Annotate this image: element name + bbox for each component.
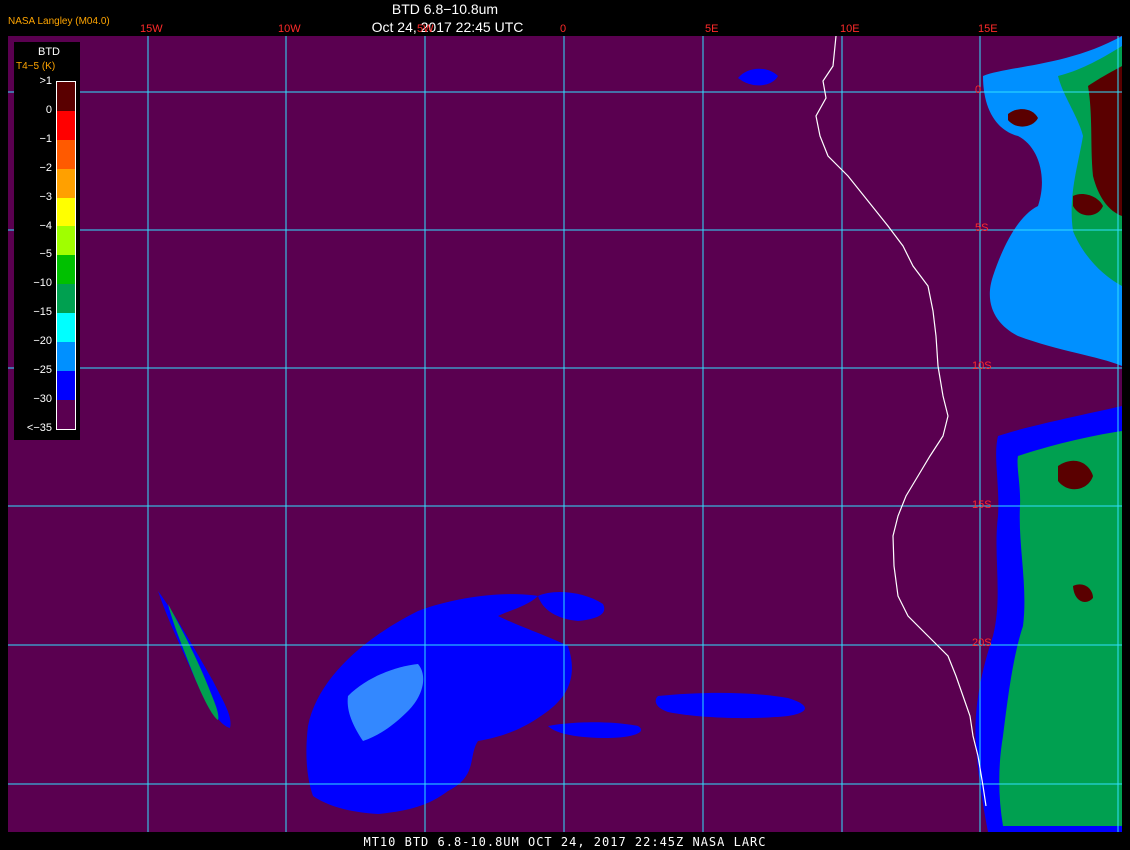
lon-label-5e: 5E xyxy=(705,23,719,35)
legend-swatch xyxy=(57,370,75,400)
legend-tick-label: 0 xyxy=(45,103,52,116)
legend-swatch xyxy=(57,168,75,198)
legend-tick-label: −15 xyxy=(33,306,52,319)
legend-tick-label: −25 xyxy=(33,364,52,376)
legend-tick-label: −4 xyxy=(39,219,52,232)
legend-tick-label: −30 xyxy=(33,392,52,405)
lat-label-5s: 5S xyxy=(975,222,989,234)
legend-tick-label: >1 xyxy=(39,75,52,87)
lat-label-15s: 15S xyxy=(972,499,992,511)
lon-label-10e: 10E xyxy=(840,23,860,35)
header-org: NASA Langley (M04.0) xyxy=(8,16,110,27)
legend-swatch xyxy=(57,110,75,140)
legend-title: BTD xyxy=(38,46,60,58)
legend-swatch xyxy=(57,313,75,343)
lon-label-15w: 15W xyxy=(140,23,163,35)
legend-tick-label: −20 xyxy=(33,335,52,348)
legend-tick-label: −5 xyxy=(39,248,52,261)
legend-tick-label: <−35 xyxy=(26,421,52,434)
legend-swatch xyxy=(57,342,75,371)
legend-subtitle: T4−5 (K) xyxy=(16,61,56,72)
legend-tick-label: −3 xyxy=(39,190,52,203)
legend-swatch xyxy=(57,399,75,429)
lon-label-0: 0 xyxy=(560,23,567,35)
lat-label-20s: 20S xyxy=(972,637,992,649)
lon-label-10w: 10W xyxy=(278,23,301,35)
legend-swatch xyxy=(57,197,75,227)
legend-swatch xyxy=(57,255,75,285)
legend-tick-label: −10 xyxy=(33,277,52,290)
legend-tick-label: −1 xyxy=(39,132,52,145)
satellite-map xyxy=(8,36,1122,832)
header-time: Oct 24, 2017 22:45 UTC xyxy=(371,19,524,35)
legend-tick-label: −2 xyxy=(39,161,52,174)
lon-label-5w: 5W xyxy=(417,23,434,35)
legend-swatch xyxy=(57,139,75,169)
legend: BTD T4−5 (K) >1 0 −1 −2 −3 −4 −5 −10 −15 −20 −25 −3… xyxy=(14,42,80,440)
lat-label-0: 0 xyxy=(975,84,982,96)
legend-colorbar xyxy=(56,81,76,430)
header-title: BTD 6.8−10.8um xyxy=(391,1,499,17)
lon-label-15e: 15E xyxy=(978,23,998,35)
lat-label-10s: 10S xyxy=(972,360,992,372)
legend-swatch xyxy=(57,226,75,256)
legend-swatch xyxy=(57,82,75,111)
map-background xyxy=(8,36,1122,832)
legend-swatch xyxy=(57,284,75,314)
footer-caption: MT10 BTD 6.8-10.8UM OCT 24, 2017 22:45Z … xyxy=(363,835,767,849)
